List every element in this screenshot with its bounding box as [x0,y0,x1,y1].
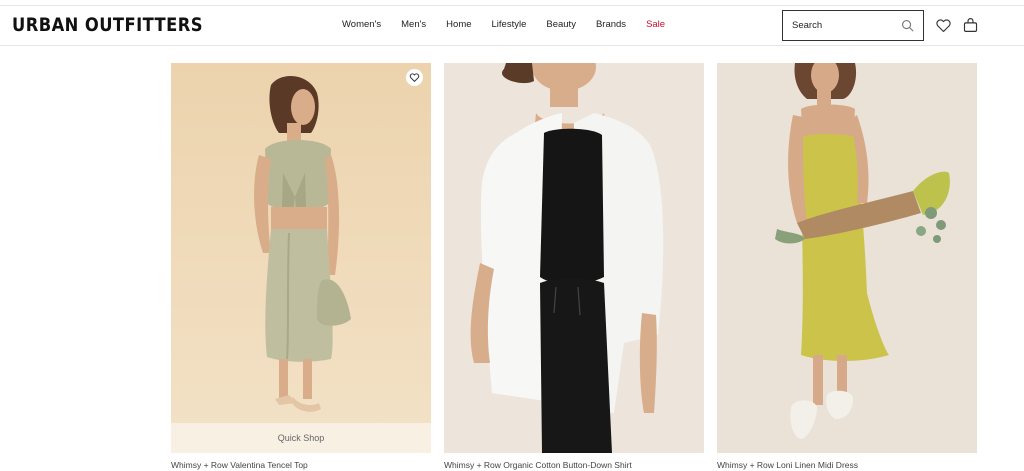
product-image[interactable] [717,63,977,453]
quick-shop-button[interactable]: Quick Shop [171,423,431,453]
heart-icon [409,73,420,82]
search-box [782,10,924,41]
product-title[interactable]: Whimsy + Row Organic Cotton Button-Down … [444,460,632,470]
site-header: URBAN OUTFITTERS Women's Men's Home Life… [0,5,1024,46]
nav-item-home[interactable]: Home [446,19,471,30]
nav-item-womens[interactable]: Women's [342,19,381,30]
nav-item-brands[interactable]: Brands [596,19,626,30]
product-title[interactable]: Whimsy + Row Valentina Tencel Top [171,460,308,470]
product-photo-button-down-shirt [444,63,704,453]
product-card[interactable]: Whimsy + Row Loni Linen Midi Dress [717,63,977,470]
product-photo-satin-set [171,63,431,453]
product-title[interactable]: Whimsy + Row Loni Linen Midi Dress [717,460,858,470]
product-card[interactable]: Whimsy + Row Organic Cotton Button-Down … [444,63,704,470]
product-image[interactable] [444,63,704,453]
wishlist-button[interactable] [406,69,423,86]
heart-icon[interactable] [935,17,952,34]
product-photo-linen-midi-dress [717,63,977,453]
shopping-bag-icon[interactable] [962,16,979,34]
nav-item-lifestyle[interactable]: Lifestyle [492,19,527,30]
nav-item-mens[interactable]: Men's [401,19,426,30]
main-nav: Women's Men's Home Lifestyle Beauty Bran… [342,19,685,30]
product-card[interactable]: Quick Shop Whimsy + Row Valentina Tencel… [171,63,431,470]
product-image[interactable]: Quick Shop [171,63,431,453]
search-icon[interactable] [901,19,914,32]
nav-item-sale[interactable]: Sale [646,19,665,30]
search-input[interactable] [783,11,895,40]
nav-item-beauty[interactable]: Beauty [546,19,576,30]
brand-logo[interactable]: URBAN OUTFITTERS [12,14,203,36]
